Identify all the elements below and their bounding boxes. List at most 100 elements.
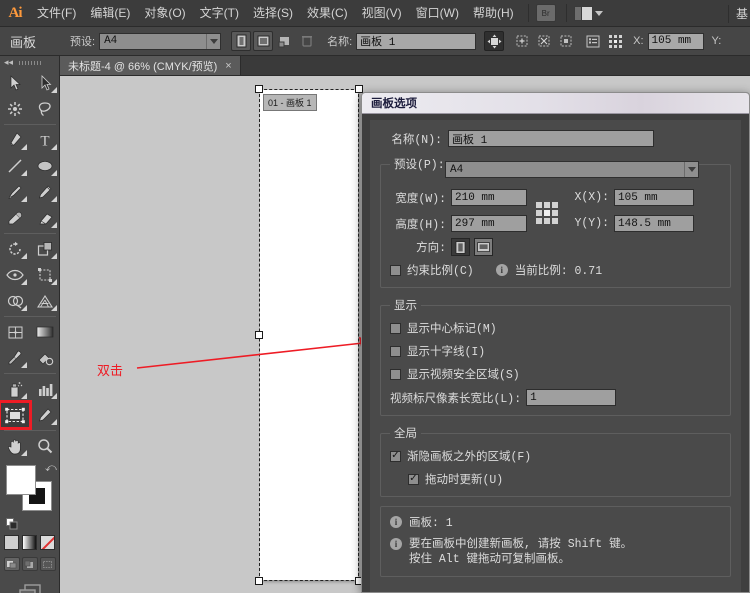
gradient-mode-button[interactable] (22, 535, 37, 550)
eraser-tool[interactable] (30, 205, 60, 231)
dialog-height-input[interactable]: 297 mm (451, 215, 527, 232)
menu-item-edit[interactable]: 编辑(E) (83, 0, 137, 27)
free-transform-tool[interactable] (30, 262, 60, 288)
menu-item-object[interactable]: 对象(O) (137, 0, 192, 27)
close-icon[interactable]: × (225, 60, 231, 72)
menu-item-help[interactable]: 帮助(H) (466, 0, 521, 27)
artboard-name-input[interactable]: 画板 1 (356, 33, 476, 50)
draw-normal-button[interactable] (4, 557, 20, 571)
document-tab-bar: 未标题-4 @ 66% (CMYK/预览) × (60, 56, 750, 76)
screen-mode-button[interactable] (0, 583, 59, 593)
landscape-orientation-button[interactable] (253, 31, 273, 51)
dialog-height-value: 297 mm (455, 218, 495, 230)
pen-tool[interactable] (0, 127, 30, 153)
ref-point-br[interactable] (552, 218, 558, 224)
collapse-icon[interactable]: ◂◂ (4, 57, 13, 68)
dialog-show-video-safe-checkbox[interactable] (390, 369, 401, 380)
artboard-tool[interactable] (0, 402, 30, 428)
ref-point-ml[interactable] (536, 210, 542, 216)
scale-tool[interactable] (30, 236, 60, 262)
dialog-pixel-aspect-input[interactable]: 1 (526, 389, 616, 406)
dialog-width-input[interactable]: 210 mm (451, 189, 527, 206)
blend-tool[interactable] (30, 345, 60, 371)
selection-tool[interactable] (0, 70, 30, 96)
blob-brush-tool[interactable] (0, 205, 30, 231)
dialog-y-input[interactable]: 148.5 mm (614, 215, 694, 232)
ref-point-center[interactable] (544, 210, 550, 216)
draw-inside-button[interactable] (40, 557, 56, 571)
menu-item-file[interactable]: 文件(F) (30, 0, 83, 27)
direct-selection-tool[interactable] (30, 70, 60, 96)
artboard-options-button[interactable] (583, 31, 603, 51)
hand-tool[interactable] (0, 433, 30, 459)
document-tab[interactable]: 未标题-4 @ 66% (CMYK/预览) × (60, 56, 241, 75)
magic-wand-tool[interactable] (0, 96, 30, 122)
shape-builder-tool[interactable] (0, 288, 30, 314)
dialog-portrait-button[interactable] (451, 238, 470, 256)
ellipse-tool[interactable] (30, 153, 60, 179)
delete-artboard-button[interactable] (297, 31, 317, 51)
control-bar-title: 画板 (10, 32, 36, 51)
dialog-landscape-button[interactable] (474, 238, 493, 256)
dialog-x-input[interactable]: 105 mm (614, 189, 694, 206)
dialog-constrain-checkbox[interactable] (390, 265, 401, 276)
dialog-update-drag-checkbox[interactable] (408, 474, 419, 485)
slice-tool[interactable] (30, 402, 60, 428)
x-coordinate-input[interactable]: 105 mm (648, 33, 704, 50)
type-tool[interactable]: T (30, 127, 60, 153)
rotate-tool[interactable] (0, 236, 30, 262)
ref-point-bc[interactable] (544, 218, 550, 224)
dialog-name-input[interactable]: 画板 1 (448, 130, 654, 147)
fill-swatch[interactable] (6, 465, 36, 495)
dialog-name-value: 画板 1 (452, 131, 487, 147)
dialog-show-center-row: 显示中心标记(M) (390, 320, 721, 336)
new-artboard-button[interactable] (275, 31, 295, 51)
swap-fill-stroke-icon[interactable]: ⤺ (45, 463, 57, 475)
width-tool[interactable] (0, 262, 30, 288)
dialog-show-video-safe-label: 显示视频安全区域(S) (407, 366, 520, 382)
ref-point-tl[interactable] (536, 202, 542, 208)
mesh-tool[interactable] (0, 319, 30, 345)
dialog-show-center-checkbox[interactable] (390, 323, 401, 334)
portrait-orientation-button[interactable] (231, 31, 251, 51)
lasso-tool[interactable] (30, 96, 60, 122)
artboard-preset-3-button[interactable] (556, 31, 576, 51)
column-graph-tool[interactable] (30, 376, 60, 402)
menu-item-window[interactable]: 窗口(W) (409, 0, 466, 27)
dialog-preset-dropdown[interactable]: A4 (445, 161, 699, 178)
dialog-fade-checkbox[interactable] (390, 451, 401, 462)
paintbrush-tool[interactable] (0, 179, 30, 205)
menu-item-type[interactable]: 文字(T) (193, 0, 246, 27)
artboard-preset-1-button[interactable] (512, 31, 532, 51)
dialog-pixel-aspect-value: 1 (530, 392, 537, 404)
toolbox-grip[interactable]: ◂◂ (0, 56, 59, 70)
default-fill-stroke-icon[interactable] (6, 517, 18, 529)
artboard-handle-top-left[interactable] (255, 85, 263, 93)
gradient-tool[interactable] (30, 319, 60, 345)
artboard-preset-2-button[interactable] (534, 31, 554, 51)
reference-point-selector[interactable] (605, 31, 625, 51)
symbol-sprayer-tool[interactable] (0, 376, 30, 402)
eyedropper-tool[interactable] (0, 345, 30, 371)
none-mode-button[interactable] (40, 535, 55, 550)
dialog-reference-point-selector[interactable] (536, 202, 558, 224)
menu-item-select[interactable]: 选择(S) (246, 0, 300, 27)
line-segment-tool[interactable] (0, 153, 30, 179)
perspective-grid-tool[interactable] (30, 288, 60, 314)
preset-dropdown[interactable]: A4 (99, 33, 221, 50)
move-artboard-with-art-button[interactable] (484, 31, 504, 51)
bridge-button[interactable]: Br (536, 4, 556, 22)
draw-behind-button[interactable] (22, 557, 38, 571)
ref-point-tc[interactable] (544, 202, 550, 208)
ref-point-tr[interactable] (552, 202, 558, 208)
ref-point-mr[interactable] (552, 210, 558, 216)
zoom-tool[interactable] (30, 433, 60, 459)
menu-item-effect[interactable]: 效果(C) (300, 0, 355, 27)
ref-point-bl[interactable] (536, 218, 542, 224)
workspace-switcher[interactable] (574, 6, 603, 21)
artboard-handle-bottom-left[interactable] (255, 577, 263, 585)
menu-item-view[interactable]: 视图(V) (355, 0, 409, 27)
dialog-show-crosshair-checkbox[interactable] (390, 346, 401, 357)
color-mode-button[interactable] (4, 535, 19, 550)
pencil-tool[interactable] (30, 179, 60, 205)
